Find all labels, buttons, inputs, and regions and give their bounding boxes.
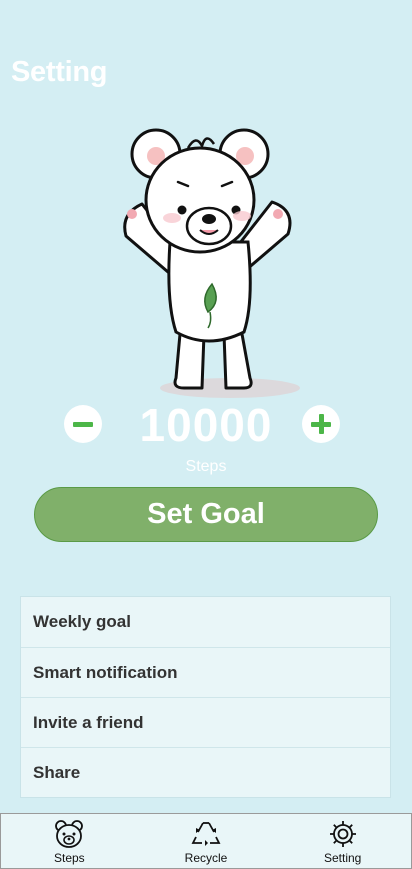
tab-recycle-label: Recycle	[184, 851, 228, 865]
bear-mascot-illustration	[123, 128, 300, 398]
set-goal-button[interactable]: Set Goal	[34, 487, 378, 542]
tab-setting[interactable]: Setting	[274, 814, 411, 868]
settings-item-share[interactable]: Share	[21, 747, 390, 797]
tab-steps[interactable]: Steps	[1, 814, 138, 868]
settings-item-smart-notification[interactable]: Smart notification	[21, 647, 390, 697]
page-title: Setting	[11, 56, 108, 88]
tab-recycle[interactable]: Recycle	[138, 814, 275, 868]
tab-setting-label: Setting	[324, 851, 362, 865]
goal-value: 10000	[139, 399, 273, 451]
settings-list: Weekly goal Smart notification Invite a …	[20, 596, 391, 798]
settings-item-weekly-goal[interactable]: Weekly goal	[21, 597, 390, 647]
tab-steps-label: Steps	[53, 851, 85, 865]
bear-face-icon	[55, 820, 84, 848]
settings-item-invite-friend[interactable]: Invite a friend	[21, 697, 390, 747]
goal-unit-label: Steps	[185, 458, 227, 475]
bottom-tab-bar: Steps Recycle Setting	[0, 813, 412, 869]
decrease-goal-button[interactable]	[64, 405, 102, 443]
increase-goal-button[interactable]	[302, 405, 340, 443]
recycle-icon	[191, 822, 221, 846]
gear-icon	[329, 821, 356, 847]
